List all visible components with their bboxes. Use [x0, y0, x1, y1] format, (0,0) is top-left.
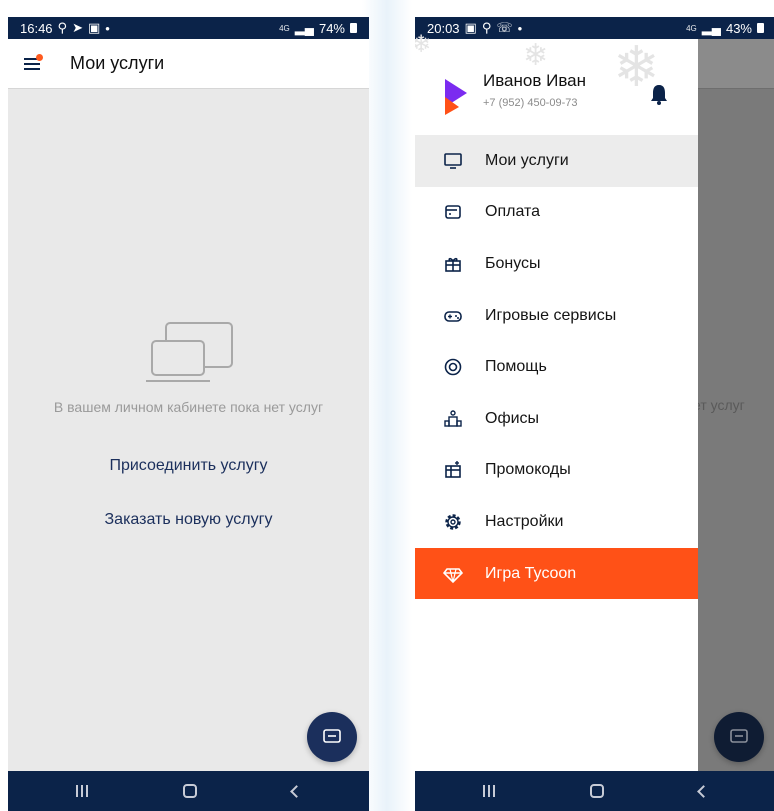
hamburger-menu-button[interactable]	[18, 39, 58, 89]
menu-item-my-services[interactable]: Мои услуги	[415, 135, 698, 187]
office-icon	[443, 409, 463, 429]
snowflake-icon: ❄	[415, 31, 432, 58]
gift-icon	[443, 254, 463, 274]
user-phone: +7 (952) 450-09-73	[483, 97, 578, 109]
battery-level: 74%	[318, 20, 345, 36]
phone-screen-services: 16:46 ⚲ ➤ ▣ • 4G ▂▄ 74% Мои услуги В ваш…	[8, 17, 369, 811]
menu-item-label: Бонусы	[485, 254, 541, 272]
navigation-drawer: ❄ ❄ ❄ Иванов Иван +7 (952) 450-09-73 Мои…	[415, 33, 698, 771]
bell-icon[interactable]	[650, 83, 668, 110]
battery-icon	[350, 23, 357, 33]
menu-item-payment[interactable]: Оплата	[415, 187, 698, 239]
whatsapp-icon: ☏	[496, 20, 513, 35]
recents-button[interactable]	[482, 785, 495, 797]
menu-item-tycoon-game[interactable]: Игра Tycoon	[415, 547, 698, 600]
telegram-icon: ➤	[72, 20, 83, 35]
drawer-header: ❄ ❄ ❄ Иванов Иван +7 (952) 450-09-73	[415, 33, 698, 135]
search-icon: ⚲	[57, 20, 68, 35]
battery-icon	[757, 23, 764, 33]
signal-icon: ▂▄	[294, 20, 314, 35]
menu-item-bonuses[interactable]: Бонусы	[415, 238, 698, 290]
status-time: 16:46	[20, 20, 53, 36]
order-new-service-link[interactable]: Заказать новую услугу	[8, 511, 369, 529]
menu-item-help[interactable]: Помощь	[415, 341, 698, 393]
menu-item-promo-codes[interactable]: Промокоды	[415, 445, 698, 497]
dot-icon: •	[105, 20, 110, 36]
menu-item-label: Игра Tycoon	[485, 564, 577, 582]
dot-icon: •	[517, 20, 523, 36]
menu-item-label: Мои услуги	[485, 151, 569, 169]
dimmed-app-bar	[698, 39, 774, 89]
menu-item-label: Оплата	[485, 203, 541, 221]
menu-item-offices[interactable]: Офисы	[415, 393, 698, 445]
battery-level: 43%	[725, 20, 752, 36]
network-type: 4G	[686, 23, 697, 33]
status-bar: 20:03 ▣ ⚲ ☏ • 4G ▂▄ 43%	[415, 17, 774, 39]
network-type: 4G	[279, 23, 290, 33]
status-time: 20:03	[427, 20, 460, 36]
rostelecom-logo	[443, 75, 469, 120]
home-button[interactable]	[589, 784, 604, 798]
system-nav-bar	[8, 771, 369, 811]
user-name: Иванов Иван	[483, 71, 587, 90]
back-button[interactable]	[697, 784, 711, 798]
status-bar: 16:46 ⚲ ➤ ▣ • 4G ▂▄ 74%	[8, 17, 369, 39]
recents-button[interactable]	[75, 785, 88, 797]
back-button[interactable]	[290, 784, 304, 798]
diamond-icon	[443, 564, 463, 584]
page-title: Мои услуги	[70, 53, 165, 73]
connect-service-link[interactable]: Присоединить услугу	[8, 457, 369, 475]
gamepad-icon	[443, 306, 463, 326]
chat-icon	[323, 729, 341, 743]
signal-icon: ▂▄	[701, 20, 721, 35]
promo-gift-icon	[443, 460, 463, 480]
home-button[interactable]	[182, 784, 197, 798]
menu-item-settings[interactable]: Настройки	[415, 496, 698, 548]
gallery-icon: ▣	[464, 20, 477, 35]
menu-item-label: Игровые сервисы	[485, 306, 617, 324]
phone-screen-menu: 20:03 ▣ ⚲ ☏ • 4G ▂▄ 43% ет услуг ❄ ❄ ❄ И…	[415, 17, 774, 811]
lifebuoy-icon	[443, 357, 463, 377]
menu-item-label: Офисы	[485, 409, 540, 427]
menu-item-label: Помощь	[485, 358, 547, 376]
menu-item-label: Промокоды	[485, 461, 571, 479]
gear-icon	[443, 512, 463, 532]
chat-icon	[730, 729, 748, 743]
menu-item-label: Настройки	[485, 512, 564, 530]
devices-icon	[144, 321, 236, 392]
empty-state-message: В вашем личном кабинете пока нет услуг	[53, 399, 324, 415]
drawer-menu: Мои услуги Оплата Бонусы Игровые сервисы	[415, 135, 698, 600]
system-nav-bar	[415, 771, 774, 811]
menu-item-game-services[interactable]: Игровые сервисы	[415, 290, 698, 342]
dimmed-empty-message: ет услуг	[693, 397, 745, 413]
wallet-icon	[443, 202, 463, 222]
snowflake-icon: ❄	[523, 39, 549, 72]
gallery-icon: ▣	[87, 20, 101, 35]
monitor-icon	[443, 151, 463, 171]
phone-divider-glow	[362, 0, 412, 811]
chat-button[interactable]	[307, 712, 357, 762]
notification-dot-icon	[36, 53, 43, 61]
search-icon: ⚲	[481, 20, 492, 35]
app-bar: Мои услуги	[8, 39, 369, 89]
chat-button[interactable]	[714, 712, 764, 762]
